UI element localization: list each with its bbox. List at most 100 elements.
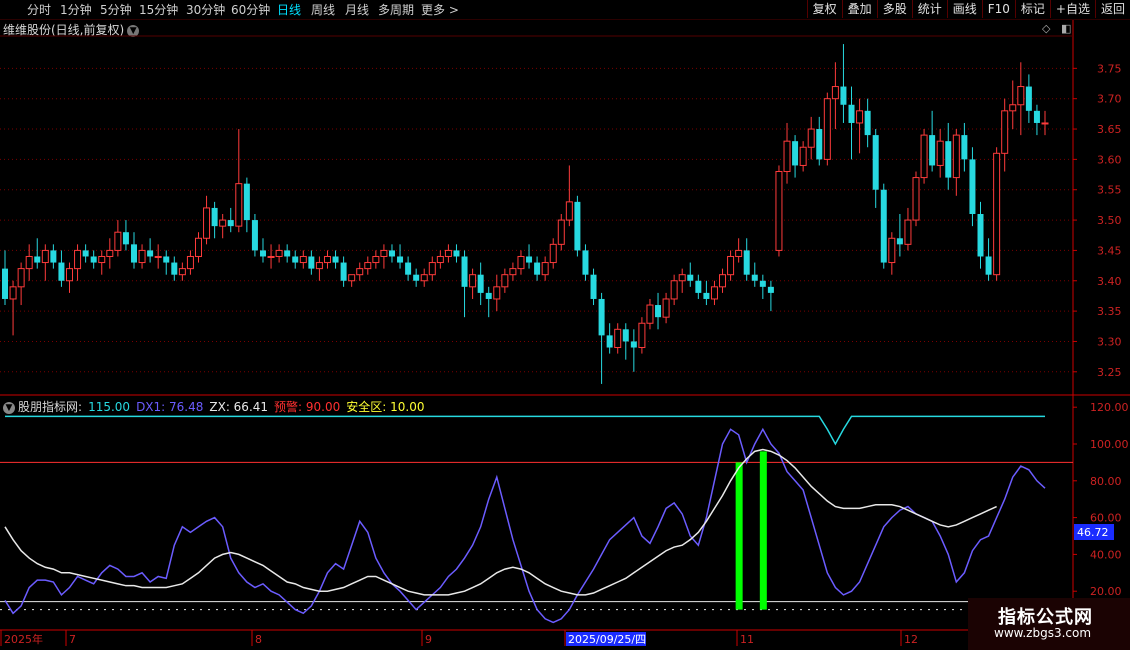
candle [348, 274, 356, 287]
candle [186, 250, 194, 275]
price-tick-label: 3.50 [1097, 214, 1122, 227]
candle [831, 62, 839, 130]
candle-body [122, 232, 129, 245]
candle [896, 214, 903, 257]
candle-body [936, 140, 944, 166]
candle [501, 268, 509, 293]
candle [574, 195, 581, 257]
price-tick-label: 3.75 [1097, 62, 1122, 75]
candle-body [1017, 86, 1025, 106]
legend-value-0: 115.00 [88, 400, 131, 414]
candle-body [929, 135, 936, 166]
candle [90, 250, 97, 269]
candle [477, 262, 484, 306]
candle-body [171, 262, 178, 275]
candle-body [880, 189, 887, 263]
candle-body [719, 274, 727, 288]
candle [872, 129, 879, 208]
candle [9, 280, 17, 336]
candle [114, 220, 122, 257]
candle [517, 250, 525, 275]
candle-body [420, 274, 428, 282]
candle-body [17, 268, 25, 288]
candle [203, 195, 211, 245]
candle [670, 274, 678, 306]
candle [163, 250, 170, 275]
candle-body [638, 322, 646, 349]
candle-body [292, 256, 299, 263]
indicator-sep: : [78, 400, 83, 414]
candle [775, 165, 783, 257]
candle [864, 98, 871, 148]
candle-body [98, 255, 106, 264]
date-label: 8 [255, 633, 262, 646]
candle-body [678, 274, 686, 282]
candle [1041, 110, 1049, 136]
candle-body [565, 201, 573, 221]
candle [695, 274, 702, 299]
candle-body [759, 280, 766, 287]
candle-body [526, 256, 533, 263]
candle [920, 129, 928, 184]
current-value-label: 46.72 [1077, 526, 1109, 539]
candle-body [792, 141, 799, 166]
candle-body [453, 250, 460, 257]
candle-body [348, 274, 356, 282]
candle [461, 250, 468, 318]
candle [526, 244, 533, 269]
candle-body [912, 177, 920, 221]
candle [420, 268, 428, 287]
price-tick-label: 3.70 [1097, 93, 1122, 106]
candle-body [864, 110, 871, 136]
candle-body [977, 214, 984, 257]
candle-body [961, 135, 968, 160]
candle [1033, 104, 1040, 136]
candle [557, 214, 565, 251]
collapse-icon[interactable]: ▼ [3, 401, 15, 414]
candle [598, 292, 605, 384]
candle-body [299, 255, 307, 264]
ind-tick-label: 100.00 [1090, 438, 1129, 451]
candle [888, 232, 896, 275]
candle-body [662, 298, 670, 318]
candle [275, 244, 283, 263]
candle [929, 110, 936, 172]
price-tick-label: 3.30 [1097, 335, 1122, 348]
candle-body [630, 341, 637, 348]
candle-body [606, 335, 613, 348]
ind-tick-label: 20.00 [1090, 585, 1122, 598]
chart-svg[interactable]: 46.72 3.75 3.70 3.65 3.60 3.55 3.50 3.45 3.40 3.… [0, 0, 1130, 650]
candle-body [194, 237, 202, 257]
candle [243, 177, 250, 233]
candle [1009, 80, 1017, 130]
candle-body [397, 256, 404, 263]
candle-body [356, 268, 364, 276]
candle-body [178, 268, 186, 276]
candle-body [9, 286, 17, 300]
candle [816, 116, 823, 166]
candle [340, 256, 347, 287]
candle [364, 256, 372, 275]
candle [267, 244, 275, 269]
candle [945, 122, 952, 190]
candle-body [315, 262, 323, 270]
candle [799, 141, 807, 172]
candle [428, 256, 436, 281]
ind-tick-label: 60.00 [1090, 512, 1122, 525]
candle-body [775, 171, 783, 251]
candle [308, 250, 315, 275]
candle-body [670, 280, 678, 300]
candle-body [493, 286, 501, 300]
price-tick-label: 3.65 [1097, 123, 1122, 136]
candle [178, 262, 186, 281]
candle-body [904, 219, 912, 245]
date-label: 11 [740, 633, 754, 646]
candle [436, 250, 444, 269]
candle-body [952, 134, 960, 179]
candle-body [574, 201, 581, 251]
candle-body [106, 249, 114, 257]
candle-body [646, 304, 654, 324]
candle-body [65, 268, 73, 282]
candle-body [509, 268, 517, 276]
candle-body [186, 255, 194, 270]
